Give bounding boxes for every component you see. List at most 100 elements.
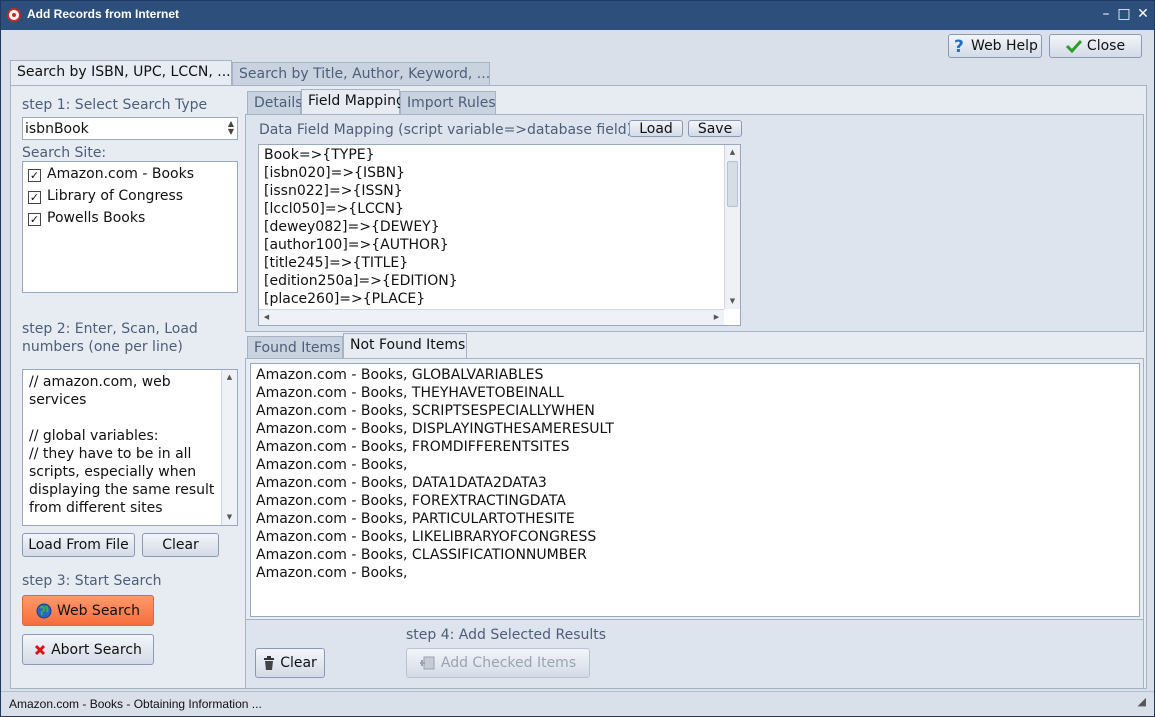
number-line: scripts, especially when <box>29 464 197 480</box>
spinner-arrows-icon: ▲ ▼ <box>227 119 234 136</box>
search-site-label: Search Site: <box>22 145 107 161</box>
scroll-right-icon[interactable]: ▶ <box>709 310 724 325</box>
list-item: Amazon.com - Books, CLASSIFICATIONNUMBER <box>256 547 587 563</box>
mapping-line: [author100]=>{AUTHOR} <box>264 237 449 253</box>
red-x-icon <box>35 644 46 655</box>
checkbox-library-of-congress[interactable]: ✓ <box>28 191 41 204</box>
tab-not-found-items[interactable]: Not Found Items <box>343 333 467 359</box>
number-line: // amazon.com, web <box>29 374 171 390</box>
scroll-thumb[interactable] <box>727 161 738 207</box>
app-window: Add Records from Internet – □ ✕ ? Web He… <box>0 0 1155 717</box>
step1-label: step 1: Select Search Type <box>22 97 208 113</box>
tab-search-by-title[interactable]: Search by Title, Author, Keyword, ... <box>232 62 490 86</box>
not-found-items-list[interactable]: Amazon.com - Books, GLOBALVARIABLES Amazo… <box>250 363 1140 617</box>
clear-numbers-button[interactable]: Clear <box>142 533 219 557</box>
save-mapping-button[interactable]: Save <box>688 120 742 137</box>
add-checked-items-button[interactable]: Add Checked Items <box>406 648 590 678</box>
site-label-library-of-congress: Library of Congress <box>47 188 184 204</box>
list-item: Amazon.com - Books, FOREXTRACTINGDATA <box>256 493 566 509</box>
bottom-action-panel <box>245 620 1144 689</box>
clear-results-button[interactable]: Clear <box>255 648 325 678</box>
step4-label: step 4: Add Selected Results <box>406 627 607 643</box>
mapping-line: Book=>{TYPE} <box>264 147 375 163</box>
title-bar: Add Records from Internet – □ ✕ <box>1 1 1154 30</box>
checkbox-powells[interactable]: ✓ <box>28 213 41 226</box>
load-from-file-button[interactable]: Load From File <box>22 533 135 557</box>
numbers-textarea[interactable]: // amazon.com, web services // global vari… <box>22 369 238 526</box>
search-site-list: ✓ Amazon.com - Books ✓ Library of Congress… <box>22 161 238 293</box>
mapping-line: [title245]=>{TITLE} <box>264 255 409 271</box>
numbers-scrollbar[interactable]: ▲ ▼ <box>221 370 237 525</box>
list-item: Amazon.com - Books, PARTICULARTOTHESITE <box>256 511 575 527</box>
trash-icon <box>264 656 275 670</box>
step3-label: step 3: Start Search <box>22 573 162 589</box>
mapping-vscrollbar[interactable]: ▲ ▼ <box>724 145 740 309</box>
number-line: from different sites <box>29 500 163 516</box>
list-item: Amazon.com - Books, SCRIPTSESPECIALLYWHE… <box>256 403 595 419</box>
mapping-line: [place260]=>{PLACE} <box>264 291 426 307</box>
close-button[interactable]: Close <box>1049 34 1142 58</box>
mapping-hscrollbar[interactable]: ◀ ▶ <box>259 309 724 325</box>
add-records-icon <box>419 656 435 670</box>
list-item: Amazon.com - Books, THEYHAVETOBEINALL <box>256 385 564 401</box>
site-label-amazon: Amazon.com - Books <box>47 166 195 182</box>
add-checked-items-label: Add Checked Items <box>440 655 577 671</box>
number-line: // they have to be in all <box>29 446 192 462</box>
site-item-library-of-congress[interactable]: ✓ Library of Congress <box>28 187 183 205</box>
help-icon: ? <box>954 38 964 54</box>
site-item-powells[interactable]: ✓ Powells Books <box>28 209 145 227</box>
list-item: Amazon.com - Books, DISPLAYINGTHESAMERES… <box>256 421 614 437</box>
minimize-button[interactable]: – <box>1097 5 1115 23</box>
step2-label-line2: numbers (one per line) <box>22 339 183 355</box>
close-window-button[interactable]: ✕ <box>1134 5 1152 23</box>
tab-field-mapping[interactable]: Field Mapping <box>301 89 405 115</box>
site-label-powells: Powells Books <box>47 210 146 226</box>
number-line <box>29 409 214 427</box>
list-item: Amazon.com - Books, <box>256 565 408 581</box>
list-item: Amazon.com - Books, LIKELIBRARYOFCONGRES… <box>256 529 597 545</box>
window-title: Add Records from Internet <box>27 7 180 21</box>
checkbox-amazon[interactable]: ✓ <box>28 169 41 182</box>
search-type-select[interactable]: isbnBook ▲ ▼ <box>22 117 238 140</box>
tab-search-by-isbn[interactable]: Search by ISBN, UPC, LCCN, ... <box>10 60 232 86</box>
mapping-line: [isbn020]=>{ISBN} <box>264 165 405 181</box>
abort-search-button[interactable]: Abort Search <box>22 634 154 665</box>
site-item-amazon[interactable]: ✓ Amazon.com - Books <box>28 165 194 183</box>
list-item: Amazon.com - Books, FROMDIFFERENTSITES <box>256 439 570 455</box>
web-search-label: Web Search <box>56 602 141 619</box>
scroll-down-icon[interactable]: ▼ <box>222 510 237 525</box>
close-label: Close <box>1086 38 1126 54</box>
maximize-button[interactable]: □ <box>1115 5 1133 23</box>
scroll-down-icon[interactable]: ▼ <box>725 294 740 309</box>
mapping-line: [lccl050]=>{LCCN} <box>264 201 404 217</box>
scroll-up-icon[interactable]: ▲ <box>222 370 237 385</box>
web-help-button[interactable]: ? Web Help <box>948 34 1042 58</box>
abort-search-label: Abort Search <box>51 641 142 658</box>
step2-label-line1: step 2: Enter, Scan, Load <box>22 321 198 337</box>
mapping-line: [issn022]=>{ISSN} <box>264 183 403 199</box>
resize-grip-icon[interactable]: ◢ <box>1138 695 1146 708</box>
number-line: // global variables: <box>29 428 159 444</box>
web-help-label: Web Help <box>971 38 1038 54</box>
tab-import-rules[interactable]: Import Rules <box>400 91 496 115</box>
svg-text:?: ? <box>954 38 964 54</box>
list-item: Amazon.com - Books, DATA1DATA2DATA3 <box>256 475 547 491</box>
scroll-left-icon[interactable]: ◀ <box>259 310 274 325</box>
tab-details[interactable]: Details <box>247 91 303 115</box>
mapping-line: [edition250a]=>{EDITION} <box>264 273 458 289</box>
web-search-button[interactable]: Web Search <box>22 595 154 626</box>
tab-found-items[interactable]: Found Items <box>247 336 343 360</box>
clear-results-label: Clear <box>280 655 317 671</box>
app-logo-icon <box>7 8 21 22</box>
checkmark-icon <box>1065 39 1082 53</box>
number-line: services <box>29 392 87 408</box>
status-bar: Amazon.com - Books - Obtaining Informati… <box>1 691 1154 716</box>
globe-icon <box>36 603 52 618</box>
status-text: Amazon.com - Books - Obtaining Informati… <box>9 697 262 711</box>
load-mapping-button[interactable]: Load <box>629 120 683 137</box>
number-line: displaying the same result <box>29 482 215 498</box>
list-item: Amazon.com - Books, GLOBALVARIABLES <box>256 367 544 383</box>
mapping-textarea[interactable]: Book=>{TYPE} [isbn020]=>{ISBN} [issn022]=>… <box>258 144 741 326</box>
search-type-value: isbnBook <box>25 121 89 137</box>
scroll-up-icon[interactable]: ▲ <box>725 145 740 160</box>
